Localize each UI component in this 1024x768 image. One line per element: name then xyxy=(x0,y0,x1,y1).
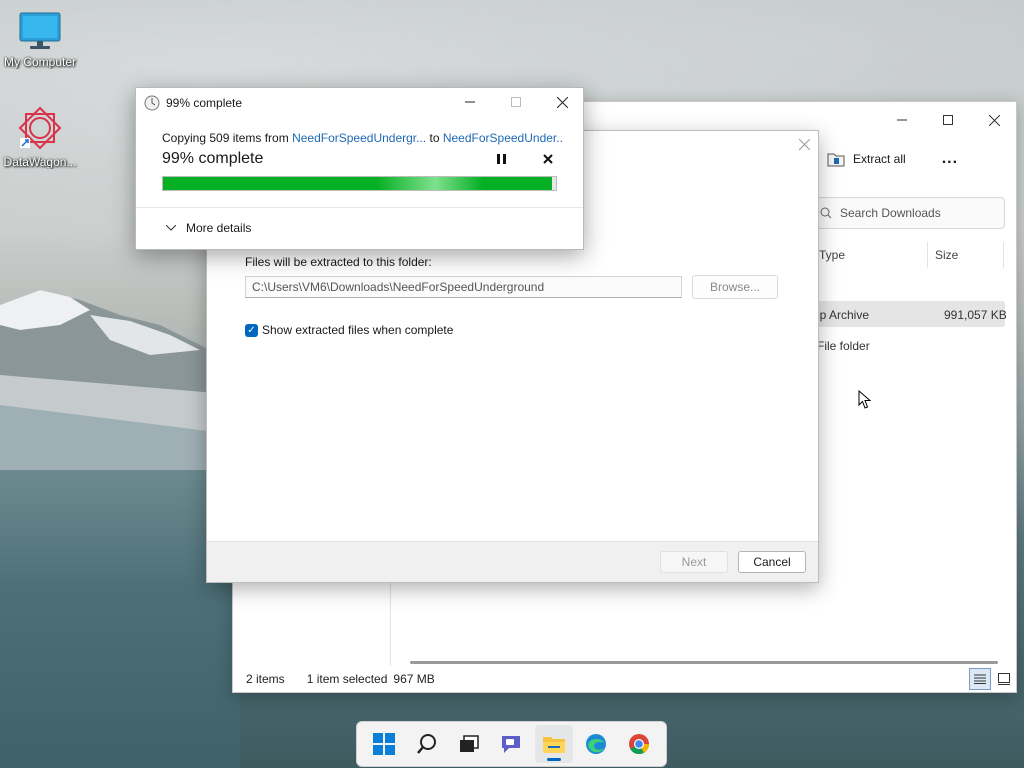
column-divider xyxy=(927,242,928,268)
cancel-copy-button[interactable] xyxy=(543,152,553,167)
close-icon xyxy=(798,138,811,151)
status-item-count: 2 items xyxy=(246,672,285,686)
minimize-icon xyxy=(465,101,475,103)
progress-bar-fill xyxy=(163,177,553,190)
progress-bar xyxy=(162,176,557,191)
teams-chat-icon xyxy=(502,736,521,753)
chrome-icon xyxy=(628,734,649,755)
navigation-pane-divider xyxy=(390,572,391,666)
status-selected: 1 item selected xyxy=(306,672,388,686)
file-explorer-taskbar-button[interactable] xyxy=(534,725,573,763)
desktop-icon-label: DataWagon... xyxy=(3,155,77,169)
task-view-icon xyxy=(460,735,479,752)
progress-minimize-button[interactable] xyxy=(447,88,493,116)
cell-type[interactable]: File folder xyxy=(817,339,870,353)
details-view-button[interactable] xyxy=(969,668,991,690)
maximize-icon xyxy=(511,97,521,107)
minimize-icon xyxy=(897,119,907,121)
column-divider xyxy=(1003,242,1004,268)
desktop-icon-my-computer[interactable]: My Computer xyxy=(0,12,80,69)
mouse-cursor-icon xyxy=(858,390,872,409)
copy-to-word: to xyxy=(426,131,443,145)
progress-status-text: 99% complete xyxy=(162,150,264,167)
extract-all-label: Extract all xyxy=(853,152,906,166)
search-box[interactable]: Search Downloads xyxy=(811,197,1005,229)
next-button[interactable]: Next xyxy=(660,551,728,573)
pause-icon xyxy=(497,154,506,164)
details-view-icon xyxy=(974,674,986,684)
maximize-button[interactable] xyxy=(925,106,971,134)
start-button[interactable] xyxy=(365,725,403,763)
progress-close-button[interactable] xyxy=(539,88,585,116)
minimize-button[interactable] xyxy=(879,106,925,134)
extract-all-button[interactable]: Extract all xyxy=(827,151,906,167)
more-options-button[interactable]: ... xyxy=(942,150,958,168)
checkbox-checked-icon: ✓ xyxy=(245,323,258,337)
cancel-button[interactable]: Cancel xyxy=(738,551,806,573)
taskbar xyxy=(356,721,667,767)
search-icon xyxy=(820,207,832,219)
copy-prefix: Copying 509 items from xyxy=(162,131,293,145)
edge-browser-button[interactable] xyxy=(577,725,615,763)
search-placeholder: Search Downloads xyxy=(840,206,941,220)
edge-icon xyxy=(586,734,607,754)
chevron-down-icon xyxy=(166,225,176,231)
folder-icon xyxy=(542,737,565,753)
more-details-toggle[interactable]: More details xyxy=(166,221,251,235)
status-bar: 2 items 1 item selected 967 MB xyxy=(233,666,1016,692)
cell-size: 991,057 KB xyxy=(944,308,1007,322)
browse-button[interactable]: Browse... xyxy=(692,275,778,299)
wallpaper-water xyxy=(0,470,240,768)
destination-path-input[interactable]: C:\Users\VM6\Downloads\NeedForSpeedUnder… xyxy=(245,276,682,298)
extract-folder-icon xyxy=(827,153,845,167)
progress-title-bar: 99% complete xyxy=(144,95,242,111)
wallpaper-mountain xyxy=(0,290,240,475)
maximize-icon xyxy=(943,115,953,125)
column-header-size[interactable]: Size xyxy=(935,248,958,262)
wizard-close-button[interactable] xyxy=(798,137,811,155)
wizard-footer: Next Cancel xyxy=(207,541,818,582)
close-icon xyxy=(543,154,553,164)
pause-button[interactable] xyxy=(497,152,506,167)
task-view-button[interactable] xyxy=(450,725,488,763)
show-extracted-files-checkbox[interactable]: ✓ Show extracted files when complete xyxy=(245,323,453,337)
windows-logo-icon xyxy=(373,733,396,755)
chat-button[interactable] xyxy=(492,725,530,763)
tiles-view-icon xyxy=(998,673,1010,685)
horizontal-scrollbar[interactable] xyxy=(410,661,998,664)
cell-type: ip Archive xyxy=(817,308,870,322)
destination-folder-link[interactable]: NeedForSpeedUnder... xyxy=(443,131,562,145)
column-header-type[interactable]: Type xyxy=(819,248,845,262)
dialog-separator xyxy=(136,207,583,208)
datawagon-logo-icon xyxy=(18,106,62,150)
desktop-icon-label: My Computer xyxy=(3,55,77,69)
destination-folder-label: Files will be extracted to this folder: xyxy=(245,255,432,269)
show-extracted-files-label: Show extracted files when complete xyxy=(262,323,454,337)
close-button[interactable] xyxy=(971,106,1017,134)
clock-icon xyxy=(144,95,160,111)
copy-progress-dialog: 99% complete Copying 509 items from Need… xyxy=(135,87,584,250)
copy-description: Copying 509 items from NeedForSpeedUnder… xyxy=(162,131,562,145)
desktop-icon-datawagon[interactable]: DataWagon... xyxy=(0,106,80,169)
status-selected-size: 967 MB xyxy=(393,672,435,686)
progress-maximize-button xyxy=(493,88,539,116)
more-details-label: More details xyxy=(186,221,252,235)
chrome-browser-button[interactable] xyxy=(620,725,658,763)
search-taskbar-button[interactable] xyxy=(408,725,446,763)
large-icons-view-button[interactable] xyxy=(993,668,1015,690)
search-icon xyxy=(416,734,436,754)
progress-window-title: 99% complete xyxy=(166,96,243,110)
explorer-toolbar: Extract all ... xyxy=(827,150,958,168)
close-icon xyxy=(988,114,1000,126)
monitor-icon xyxy=(19,12,61,49)
source-folder-link[interactable]: NeedForSpeedUndergr... xyxy=(292,131,426,145)
close-icon xyxy=(556,96,568,108)
